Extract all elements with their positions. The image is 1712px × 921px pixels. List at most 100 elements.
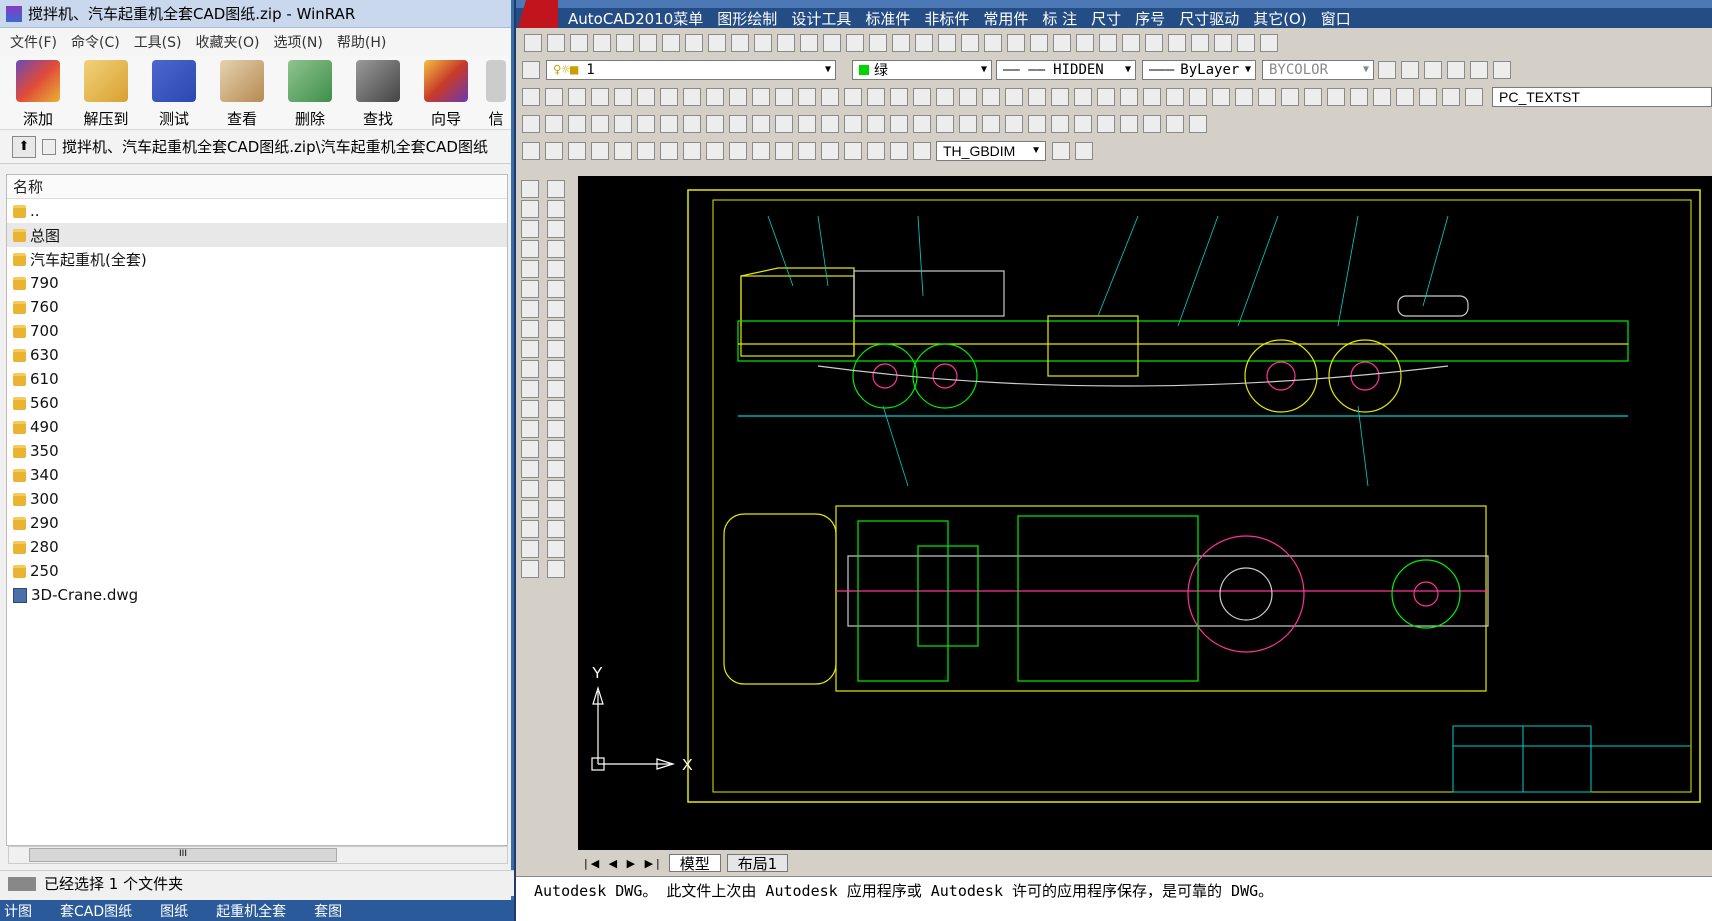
toolbar-tool-icon[interactable] [616,34,634,52]
draw-tool-icon[interactable] [547,480,565,498]
toolbar-tool-icon[interactable] [982,88,1000,106]
toolbar-tool-icon[interactable] [752,115,770,133]
toolbar-tool-icon[interactable] [637,115,655,133]
toolbar-tool-icon[interactable] [982,115,1000,133]
draw-tool-icon[interactable] [547,280,565,298]
toolbar-tool-icon[interactable] [1237,34,1255,52]
toolbar-tool-icon[interactable] [915,34,933,52]
toolbar-tool-icon[interactable] [614,88,632,106]
draw-tool-icon[interactable] [521,500,539,518]
toolbar-tool-icon[interactable] [706,88,724,106]
menu-window[interactable]: 窗口 [1321,8,1351,29]
taskbar-item[interactable]: 计图 [4,901,32,921]
toolbar-tool-icon[interactable] [1327,88,1345,106]
toolbar-tool-icon[interactable] [1191,34,1209,52]
toolbar-tool-icon[interactable] [570,34,588,52]
draw-tool-icon[interactable] [547,420,565,438]
list-item[interactable]: 630 [7,343,507,367]
toolbar-tool-icon[interactable] [1005,115,1023,133]
toolbar-tool-icon[interactable] [777,34,795,52]
toolbar-tool-icon[interactable] [1120,88,1138,106]
list-item[interactable]: 790 [7,271,507,295]
toolbar-tool-icon[interactable] [1189,115,1207,133]
toolbar-tool-icon[interactable] [729,115,747,133]
list-item[interactable]: 250 [7,559,507,583]
menu-favorites[interactable]: 收藏夹(O) [196,32,260,52]
toolbar-tool-icon[interactable] [1122,34,1140,52]
toolbar-tool-icon[interactable] [890,88,908,106]
draw-tool-icon[interactable] [521,260,539,278]
toolbar-tool-icon[interactable] [1028,88,1046,106]
draw-tool-icon[interactable] [547,560,565,578]
toolbar-tool-icon[interactable] [1168,34,1186,52]
toolbar-tool-icon[interactable] [1281,88,1299,106]
toolbar-tool-icon[interactable] [821,142,839,160]
layer-dropdown[interactable]: ♀☼■ 1 ▼ [546,60,836,80]
toolbar-tool-icon[interactable] [1145,34,1163,52]
draw-tool-icon[interactable] [547,380,565,398]
toolbar-tool-icon[interactable] [1097,88,1115,106]
toolbar-tool-icon[interactable] [961,34,979,52]
draw-tool-icon[interactable] [521,460,539,478]
list-item[interactable]: 290 [7,511,507,535]
draw-tool-icon[interactable] [521,220,539,238]
draw-tool-icon[interactable] [547,400,565,418]
toolbar-tool-icon[interactable] [867,88,885,106]
wizard-button[interactable]: 向导 [418,60,474,129]
toolbar-tool-icon[interactable] [1258,88,1276,106]
toolbar-tool-icon[interactable] [1166,88,1184,106]
list-item[interactable]: 340 [7,463,507,487]
draw-tool-icon[interactable] [521,440,539,458]
toolbar-tool-icon[interactable] [846,34,864,52]
draw-tool-icon[interactable] [521,400,539,418]
toolbar-tool-icon[interactable] [1076,34,1094,52]
toolbar-tool-icon[interactable] [1350,88,1368,106]
lineweight-dropdown[interactable]: ——— ByLayer ▼ [1142,60,1256,80]
view-button[interactable]: 查看 [214,60,270,129]
draw-tool-icon[interactable] [547,340,565,358]
toolbar-tool-icon[interactable] [821,115,839,133]
menu-design-tools[interactable]: 设计工具 [791,8,851,29]
toolbar-tool-icon[interactable] [1007,34,1025,52]
toolbar-tool-icon[interactable] [844,115,862,133]
toolbar-tool-icon[interactable] [1260,34,1278,52]
toolbar-tool-icon[interactable] [890,115,908,133]
find-button[interactable]: 查找 [350,60,406,129]
draw-tool-icon[interactable] [521,480,539,498]
menu-common-parts[interactable]: 常用件 [983,8,1028,29]
toolbar-tool-icon[interactable] [844,88,862,106]
menu-standard-parts[interactable]: 标准件 [865,8,910,29]
menu-commands[interactable]: 命令(C) [71,32,120,52]
draw-tool-icon[interactable] [521,560,539,578]
list-item[interactable]: 350 [7,439,507,463]
delete-button[interactable]: 删除 [282,60,338,129]
taskbar-item[interactable]: 套CAD图纸 [60,901,132,921]
draw-tool-icon[interactable] [547,460,565,478]
toolbar-tool-icon[interactable] [637,142,655,160]
toolbar-tool-icon[interactable] [1401,61,1419,79]
toolbar-tool-icon[interactable] [752,88,770,106]
toolbar-tool-icon[interactable] [1304,88,1322,106]
toolbar-tool-icon[interactable] [614,115,632,133]
toolbar-tool-icon[interactable] [1120,115,1138,133]
draw-tool-icon[interactable] [521,420,539,438]
draw-tool-icon[interactable] [547,500,565,518]
toolbar-tool-icon[interactable] [798,115,816,133]
toolbar-tool-icon[interactable] [660,142,678,160]
color-dropdown[interactable]: 绿 ▼ [852,60,992,80]
scroll-thumb[interactable]: III [29,848,337,862]
toolbar-tool-icon[interactable] [913,115,931,133]
toolbar-tool-icon[interactable] [775,88,793,106]
toolbar-tool-icon[interactable] [775,142,793,160]
toolbar-tool-icon[interactable] [936,115,954,133]
toolbar-tool-icon[interactable] [1396,88,1414,106]
column-header-name[interactable]: 名称 [7,175,507,199]
list-item[interactable]: 总图 [7,223,507,247]
add-button[interactable]: 添加 [10,60,66,129]
toolbar-tool-icon[interactable] [821,88,839,106]
toolbar-tool-icon[interactable] [913,88,931,106]
toolbar-tool-icon[interactable] [823,34,841,52]
tab-model[interactable]: 模型 [668,854,721,873]
taskbar-item[interactable]: 起重机全套 [216,901,286,921]
toolbar-tool-icon[interactable] [938,34,956,52]
